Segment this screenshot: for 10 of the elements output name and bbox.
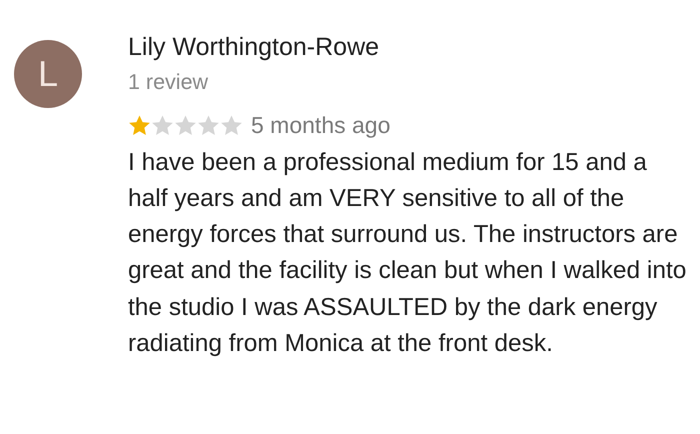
review-count: 1 review xyxy=(128,69,210,96)
star-icon xyxy=(197,114,220,137)
star-icon xyxy=(151,114,174,137)
review-time: 5 months ago xyxy=(251,111,390,140)
star-icon xyxy=(128,114,151,137)
review-text: I have been a professional medium for 15 and a half years and am VERY sensitive to all of the energy forces that surround us. The instructors are great and the facility is clean but when I walked into the studio I was ASSAULTED by the dark energy radiating from Monica at the front desk. xyxy=(128,148,688,359)
star-icon xyxy=(174,114,197,137)
reviewer-name: Lily Worthington-Rowe xyxy=(128,32,380,62)
star-icon xyxy=(220,114,243,137)
avatar: L xyxy=(14,40,82,108)
